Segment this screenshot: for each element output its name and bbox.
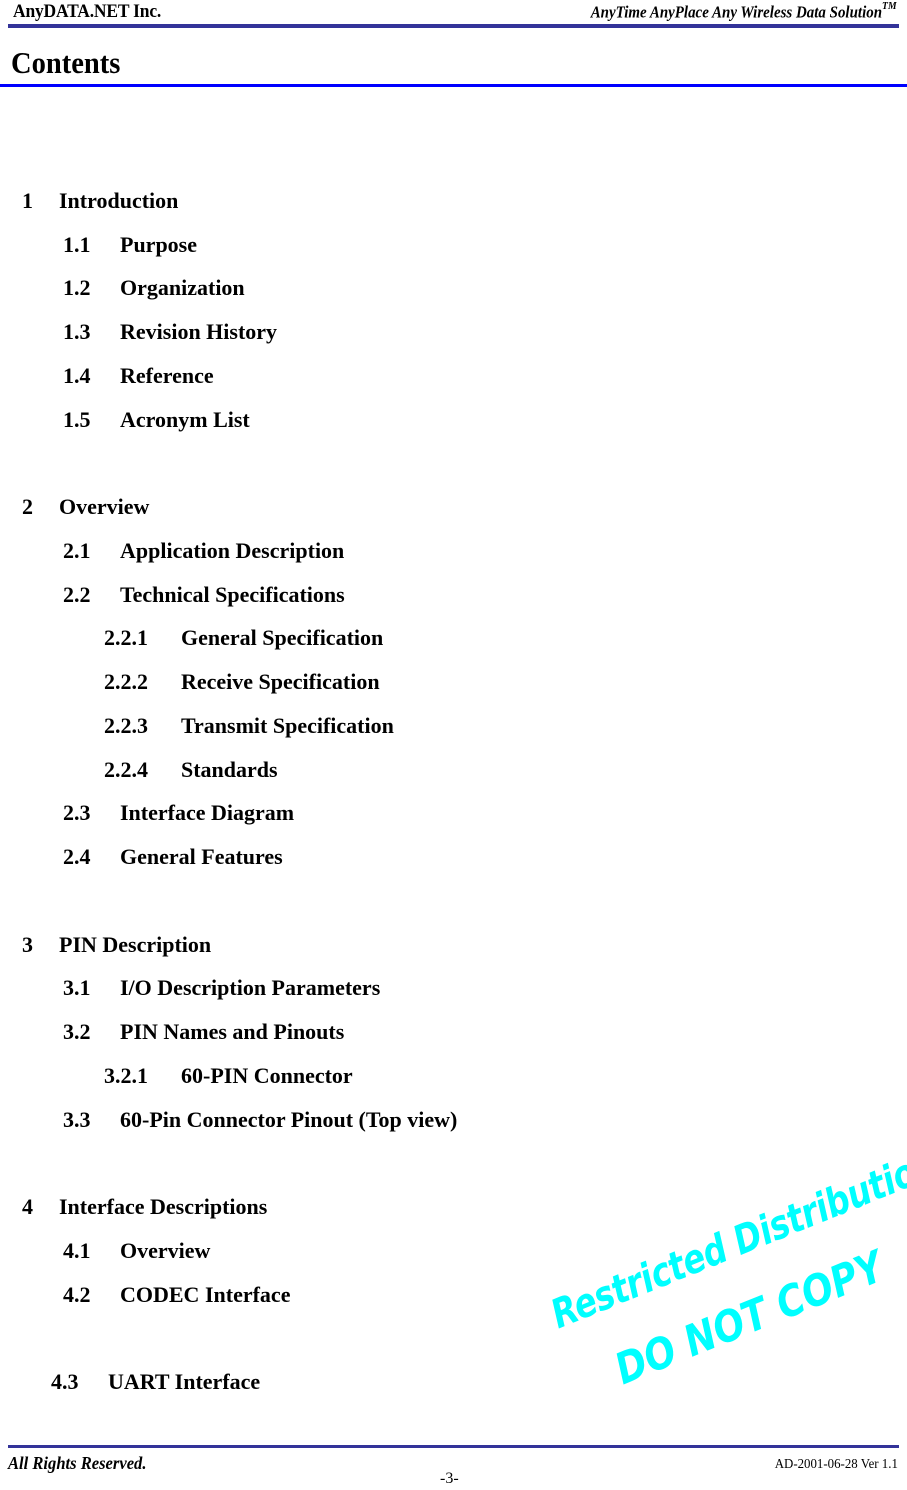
toc-number: 4.1 (63, 1238, 91, 1263)
toc-title: 60-Pin Connector Pinout (Top view) (120, 1107, 458, 1132)
title-rule (0, 84, 907, 87)
toc-title: PIN Description (59, 932, 212, 957)
toc-entry[interactable]: 3.2.1 60-PIN Connector (104, 1063, 353, 1089)
toc-entry[interactable]: 3.2 PIN Names and Pinouts (63, 1019, 344, 1045)
trademark-mark: TM (882, 0, 897, 12)
toc-title: Interface Descriptions (59, 1194, 268, 1219)
toc-entry[interactable]: 2.1 Application Description (63, 538, 344, 564)
toc-entry[interactable]: 2.2.4 Standards (104, 757, 278, 783)
toc-number: 3.2.1 (104, 1063, 148, 1088)
toc-entry[interactable]: 1.3 Revision History (63, 319, 277, 345)
toc-title: Overview (59, 494, 150, 519)
toc-number: 2.2.2 (104, 669, 148, 694)
toc-number: 1.4 (63, 363, 91, 388)
header-company: AnyDATA.NET Inc. (13, 1, 162, 22)
watermark-line-do-not-copy: DO NOT COPY (608, 1242, 891, 1395)
toc-number: 3 (22, 932, 33, 957)
toc-number: 2.2.3 (104, 713, 148, 738)
toc-entry[interactable]: 4 Interface Descriptions (22, 1194, 267, 1220)
toc-title: Receive Specification (181, 669, 380, 694)
watermark: Restricted Distribution DO NOT COPY (530, 1141, 907, 1420)
toc-entry[interactable]: 1.2 Organization (63, 275, 245, 301)
toc-number: 2 (22, 494, 33, 519)
toc-number: 3.1 (63, 975, 91, 1000)
header-rule (8, 24, 899, 28)
watermark-line-restricted: Restricted Distribution (544, 1140, 907, 1338)
toc-entry[interactable]: 1.1 Purpose (63, 232, 197, 258)
toc-entry[interactable]: 3.3 60-Pin Connector Pinout (Top view) (63, 1107, 457, 1133)
toc-title: Interface Diagram (120, 800, 295, 825)
toc-title: Overview (120, 1238, 211, 1263)
footer-rights: All Rights Reserved. (8, 1453, 147, 1473)
toc-title: Technical Specifications (120, 582, 345, 607)
toc-title: Acronym List (120, 407, 250, 432)
page-number: -3- (440, 1470, 459, 1487)
toc-number: 1 (22, 188, 33, 213)
toc-title: General Features (120, 844, 283, 869)
footer-doc-id: AD-2001-06-28 Ver 1.1 (774, 1457, 898, 1472)
footer-rule (8, 1445, 899, 1448)
toc-number: 3.3 (63, 1107, 91, 1132)
toc-number: 1.3 (63, 319, 91, 344)
page-title: Contents (11, 45, 121, 80)
toc-entry[interactable]: 2.3 Interface Diagram (63, 800, 294, 826)
toc-entry[interactable]: 4.3 UART Interface (51, 1369, 260, 1395)
toc-number: 2.2.4 (104, 757, 148, 782)
toc-title: General Specification (181, 625, 384, 650)
toc-title: I/O Description Parameters (120, 975, 381, 1000)
toc-entry[interactable]: 1.4 Reference (63, 363, 214, 389)
toc-title: UART Interface (108, 1369, 261, 1394)
toc-title: CODEC Interface (120, 1282, 291, 1307)
toc-number: 1.1 (63, 232, 91, 257)
toc-title: Introduction (59, 188, 179, 213)
toc-number: 1.2 (63, 275, 91, 300)
toc-title: 60-PIN Connector (181, 1063, 353, 1088)
toc-entry[interactable]: 1 Introduction (22, 188, 178, 214)
toc-entry[interactable]: 2.2.2 Receive Specification (104, 669, 380, 695)
toc-number: 2.2.1 (104, 625, 148, 650)
toc-title: Organization (120, 275, 245, 300)
toc-number: 2.1 (63, 538, 91, 563)
toc-title: Application Description (120, 538, 345, 563)
toc-title: Transmit Specification (181, 713, 394, 738)
tagline-text: AnyTime AnyPlace Any Wireless Data Solut… (591, 2, 883, 22)
toc-title: Revision History (120, 319, 278, 344)
toc-entry[interactable]: 2.4 General Features (63, 844, 283, 870)
toc-entry[interactable]: 4.2 CODEC Interface (63, 1282, 290, 1308)
toc-title: Standards (181, 757, 278, 782)
toc-number: 2.3 (63, 800, 91, 825)
header-tagline: AnyTime AnyPlace Any Wireless Data Solut… (591, 0, 897, 23)
toc-number: 2.2 (63, 582, 91, 607)
toc-entry[interactable]: 2 Overview (22, 494, 149, 520)
toc-entry[interactable]: 2.2 Technical Specifications (63, 582, 345, 608)
toc-title: Purpose (120, 232, 197, 257)
toc-number: 4.3 (51, 1369, 79, 1394)
toc-number: 1.5 (63, 407, 91, 432)
toc-number: 4.2 (63, 1282, 91, 1307)
toc-entry[interactable]: 1.5 Acronym List (63, 407, 250, 433)
toc-entry[interactable]: 2.2.3 Transmit Specification (104, 713, 394, 739)
toc-entry[interactable]: 4.1 Overview (63, 1238, 210, 1264)
toc-title: PIN Names and Pinouts (120, 1019, 345, 1044)
toc-number: 4 (22, 1194, 33, 1219)
toc-number: 2.4 (63, 844, 91, 869)
toc-entry[interactable]: 3.1 I/O Description Parameters (63, 975, 380, 1001)
toc-entry[interactable]: 3 PIN Description (22, 932, 211, 958)
toc-number: 3.2 (63, 1019, 91, 1044)
toc-title: Reference (120, 363, 214, 388)
toc-entry[interactable]: 2.2.1 General Specification (104, 625, 383, 651)
